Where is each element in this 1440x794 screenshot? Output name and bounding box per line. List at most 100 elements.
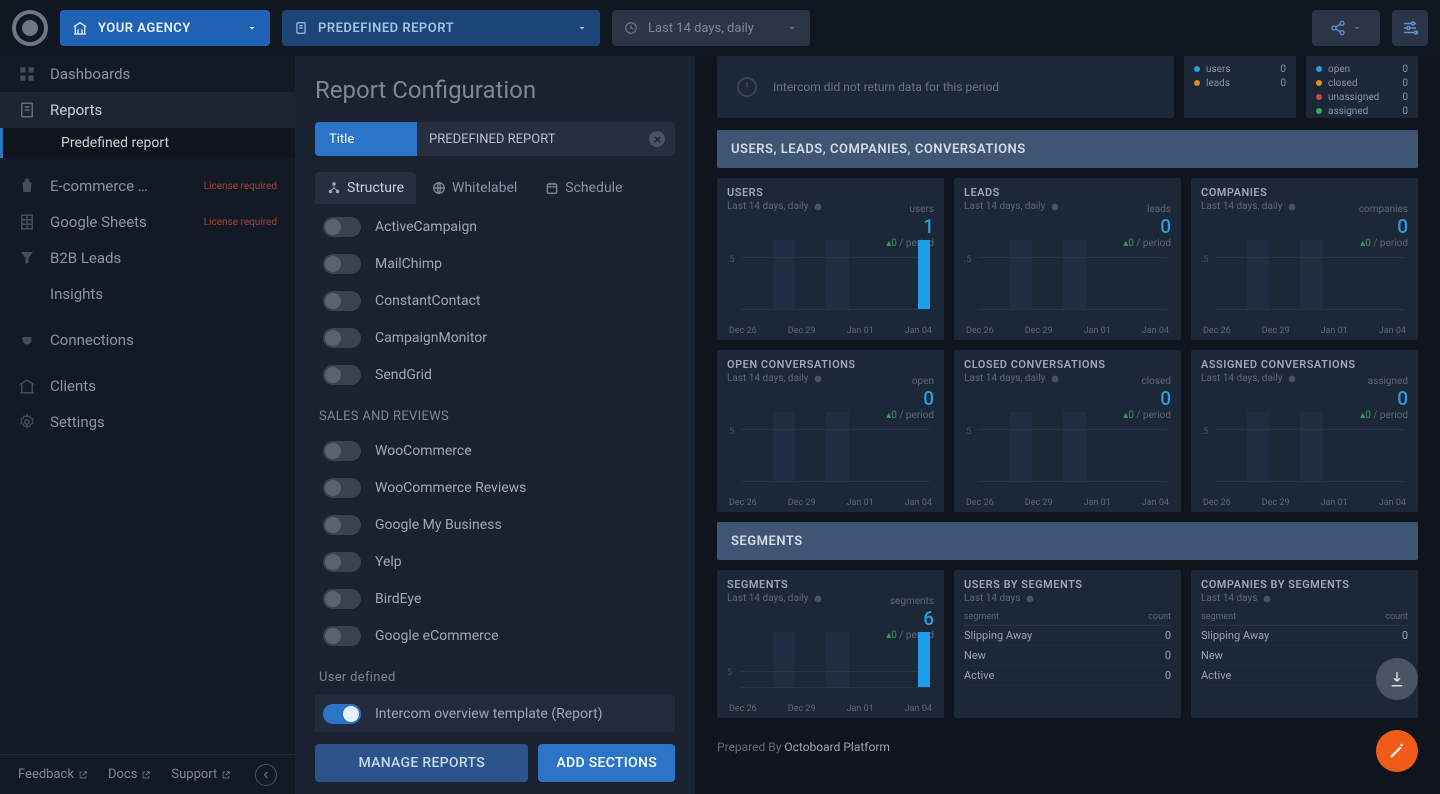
gear-icon[interactable]: [1262, 594, 1272, 604]
toggle-list[interactable]: ActiveCampaign MailChimp ConstantContact…: [315, 208, 675, 732]
funnel-icon: [18, 249, 36, 267]
bank-icon: [72, 20, 88, 36]
feedback-link[interactable]: Feedback: [18, 767, 88, 782]
gear-icon[interactable]: [1287, 374, 1297, 384]
report-icon: [294, 21, 308, 35]
settings-button[interactable]: [1392, 10, 1428, 46]
add-sections-button[interactable]: ADD SECTIONS: [538, 744, 675, 782]
share-button[interactable]: [1312, 10, 1380, 46]
toggle[interactable]: [323, 478, 361, 498]
toggle[interactable]: [323, 441, 361, 461]
report-preview[interactable]: Intercom did not return data for this pe…: [695, 56, 1440, 794]
sidebar-item-label: Clients: [50, 377, 96, 395]
card-closed-conv: CLOSED CONVERSATIONS Last 14 days, daily…: [954, 350, 1181, 512]
external-icon: [141, 770, 151, 780]
calendar-icon: [545, 181, 559, 195]
title-input[interactable]: PREDEFINED REPORT: [417, 122, 675, 156]
gear-icon[interactable]: [813, 594, 823, 604]
toggle[interactable]: [323, 626, 361, 646]
sidebar-item-label: Settings: [50, 413, 105, 431]
sidebar-item-label: Connections: [50, 331, 134, 349]
sheets-icon: [18, 213, 36, 231]
toggle[interactable]: [323, 552, 361, 572]
toggle-row-birdeye: BirdEye: [315, 580, 671, 617]
share-icon: [1330, 20, 1346, 36]
gear-icon[interactable]: [1025, 594, 1035, 604]
gear-icon[interactable]: [1287, 202, 1297, 212]
clear-title-button[interactable]: [649, 131, 665, 147]
tab-schedule[interactable]: Schedule: [533, 172, 634, 204]
chart-segments: 5: [727, 632, 934, 702]
toggle-row-sendgrid: SendGrid: [315, 356, 671, 393]
config-tabs: Structure Whitelabel Schedule: [315, 172, 675, 204]
toggle-row-woocommerce-reviews: WooCommerce Reviews: [315, 469, 671, 506]
legend-widget-2: open0 closed0 unassigned0 assigned0: [1306, 56, 1418, 118]
sidebar-item-label: B2B Leads: [50, 249, 121, 267]
toggle-row-campaignmonitor: CampaignMonitor: [315, 319, 671, 356]
sidebar-item-label: Google Sheets: [50, 213, 147, 231]
download-fab[interactable]: [1376, 658, 1418, 700]
toggle[interactable]: [323, 254, 361, 274]
bank-icon: [18, 377, 36, 395]
legend-widget-1: users0 leads0: [1184, 56, 1296, 118]
config-buttons: MANAGE REPORTS ADD SECTIONS: [315, 732, 675, 782]
toggle[interactable]: [323, 515, 361, 535]
edit-fab[interactable]: [1376, 730, 1418, 772]
card-companies: COMPANIES Last 14 days, daily companies0…: [1191, 178, 1418, 340]
toggle[interactable]: [323, 589, 361, 609]
support-link[interactable]: Support: [171, 767, 231, 782]
card-assigned-conv: ASSIGNED CONVERSATIONS Last 14 days, dai…: [1191, 350, 1418, 512]
agency-selector[interactable]: YOUR AGENCY: [60, 10, 270, 46]
sidebar-footer: Feedback Docs Support: [0, 754, 295, 794]
sidebar-item-settings[interactable]: Settings: [0, 404, 295, 440]
topbar: YOUR AGENCY PREDEFINED REPORT Last 14 da…: [0, 0, 1440, 56]
tab-structure[interactable]: Structure: [315, 172, 416, 204]
clock-icon: [624, 21, 638, 35]
external-icon: [78, 770, 88, 780]
toggle[interactable]: [323, 328, 361, 348]
sidebar-item-ecommerce[interactable]: E-commerce … License required: [0, 168, 295, 204]
chart-icon: [18, 285, 36, 303]
download-icon: [1388, 670, 1406, 688]
sidebar-item-reports[interactable]: Reports: [0, 92, 295, 128]
toggle[interactable]: [323, 291, 361, 311]
sidebar-item-sheets[interactable]: Google Sheets License required: [0, 204, 295, 240]
config-panel: Report Configuration Title PREDEFINED RE…: [295, 56, 695, 794]
report-selector[interactable]: PREDEFINED REPORT: [282, 10, 600, 46]
gear-icon[interactable]: [813, 374, 823, 384]
report-label: PREDEFINED REPORT: [318, 21, 454, 36]
card-leads: LEADS Last 14 days, daily leads0▴0 / per…: [954, 178, 1181, 340]
sidebar-sub-predefined[interactable]: Predefined report: [0, 128, 295, 158]
sidebar-item-clients[interactable]: Clients: [0, 368, 295, 404]
chevron-down-icon: [576, 22, 588, 34]
collapse-sidebar-button[interactable]: [255, 764, 277, 786]
toggle[interactable]: [323, 217, 361, 237]
gear-icon[interactable]: [813, 202, 823, 212]
daterange-selector[interactable]: Last 14 days, daily: [612, 10, 810, 46]
chart-companies: .5: [1201, 240, 1408, 324]
toggle-row-yelp: Yelp: [315, 543, 671, 580]
sidebar-item-dashboards[interactable]: Dashboards: [0, 56, 295, 92]
card-segments: SEGMENTS Last 14 days, daily segments6▴0…: [717, 570, 944, 718]
tab-whitelabel[interactable]: Whitelabel: [420, 172, 529, 204]
globe-icon: [432, 181, 446, 195]
docs-link[interactable]: Docs: [108, 767, 151, 782]
toggle[interactable]: [323, 704, 361, 724]
gear-icon[interactable]: [1050, 374, 1060, 384]
sidebar-item-label: Reports: [50, 101, 102, 119]
section-header-1: USERS, LEADS, COMPANIES, CONVERSATIONS: [717, 130, 1418, 168]
toggle[interactable]: [323, 365, 361, 385]
report-icon: [18, 101, 36, 119]
sidebar-item-b2bleads[interactable]: B2B Leads: [0, 240, 295, 276]
gear-icon[interactable]: [1050, 202, 1060, 212]
chevron-down-icon: [246, 22, 258, 34]
group-userdefined: User defined: [315, 654, 671, 693]
sidebar-item-insights[interactable]: Insights: [0, 276, 295, 312]
card-users-by-segments: USERS BY SEGMENTS Last 14 days segmentco…: [954, 570, 1181, 718]
group-sales: SALES AND REVIEWS: [315, 393, 671, 432]
sidebar-item-connections[interactable]: Connections: [0, 322, 295, 358]
section-header-2: SEGMENTS: [717, 522, 1418, 560]
manage-reports-button[interactable]: MANAGE REPORTS: [315, 744, 528, 782]
config-heading: Report Configuration: [315, 76, 675, 104]
chart-assigned: .5: [1201, 412, 1408, 496]
